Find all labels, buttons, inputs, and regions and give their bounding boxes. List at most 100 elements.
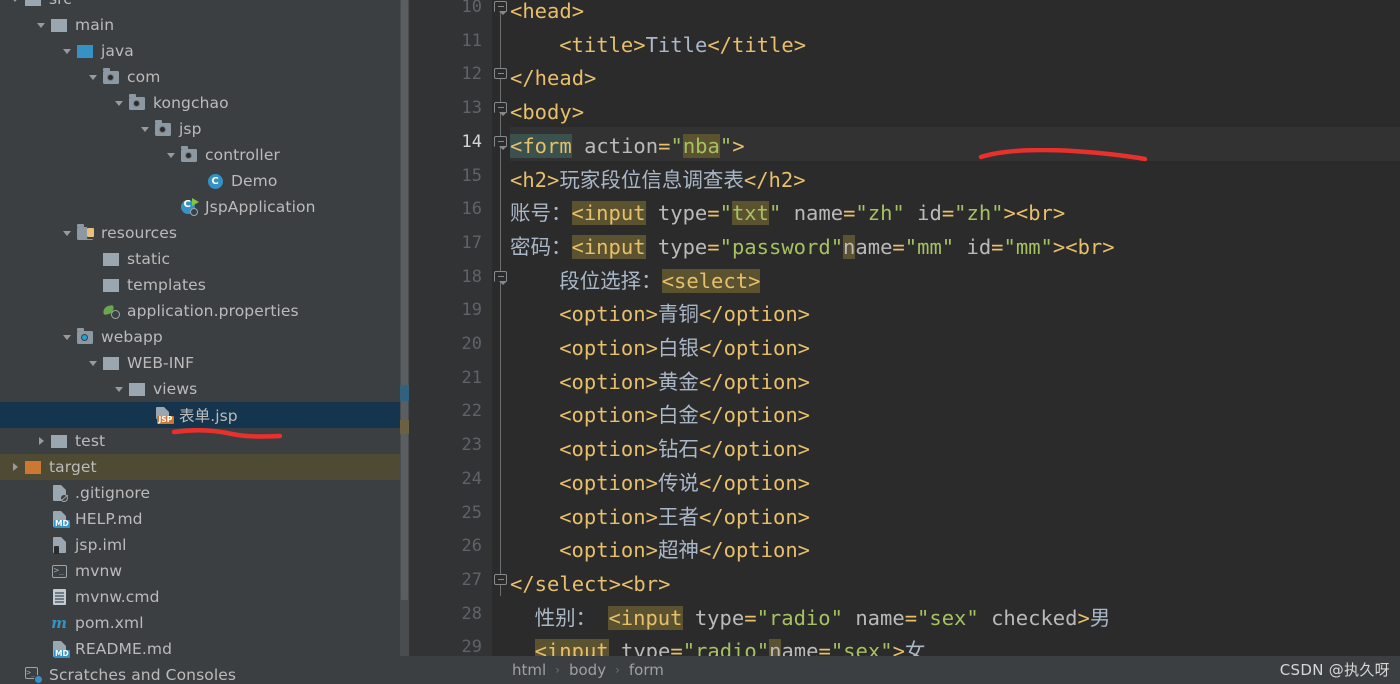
fold-expand-icon[interactable] bbox=[494, 270, 507, 285]
tree-item-label: HELP.md bbox=[75, 510, 143, 528]
code-folding-gutter[interactable] bbox=[492, 0, 510, 684]
code-line[interactable]: <h2>玩家段位信息调查表</h2> bbox=[510, 163, 806, 197]
fold-expand-icon[interactable] bbox=[494, 1, 507, 15]
breadcrumb-item-body[interactable]: body bbox=[567, 661, 608, 679]
breadcrumb-item-html[interactable]: html bbox=[510, 661, 548, 679]
chevron-down-icon[interactable] bbox=[138, 116, 152, 142]
code-line[interactable]: <form action="nba"> bbox=[510, 129, 745, 163]
tree-item-static[interactable]: static bbox=[0, 246, 400, 272]
tree-no-arrow bbox=[34, 610, 48, 636]
tree-item-resources[interactable]: resources bbox=[0, 220, 400, 246]
tree-item-label: webapp bbox=[101, 328, 163, 346]
code-token: </option> bbox=[698, 302, 811, 327]
chevron-down-icon[interactable] bbox=[86, 64, 100, 90]
chevron-down-icon[interactable] bbox=[60, 38, 74, 64]
chevron-down-icon[interactable] bbox=[34, 12, 48, 38]
code-line[interactable]: <head> bbox=[510, 0, 584, 28]
tree-item-scratches-and-consoles[interactable]: >_ Scratches and Consoles bbox=[0, 662, 400, 684]
tree-item-main[interactable]: main bbox=[0, 12, 400, 38]
code-token: ame bbox=[855, 234, 893, 259]
tree-item-target[interactable]: target bbox=[0, 454, 400, 480]
chevron-down-icon[interactable] bbox=[164, 142, 178, 168]
tree-item-label: JspApplication bbox=[205, 198, 316, 216]
scratches-icon: >_ bbox=[22, 662, 44, 684]
code-line[interactable]: <option>青铜</option> bbox=[510, 297, 810, 331]
code-line[interactable]: 密码：<input type="password"name="mm" id="m… bbox=[510, 230, 1115, 264]
tree-item-demo[interactable]: C Demo bbox=[0, 168, 400, 194]
tree-item-web-inf[interactable]: WEB-INF bbox=[0, 350, 400, 376]
tree-item-pom.xml[interactable]: m pom.xml bbox=[0, 610, 400, 636]
tree-item-test[interactable]: test bbox=[0, 428, 400, 454]
chevron-down-icon[interactable] bbox=[60, 220, 74, 246]
tree-item-src[interactable]: src bbox=[0, 0, 400, 12]
code-line[interactable]: </head> bbox=[510, 61, 596, 95]
project-tree-panel[interactable]: srcmain java com kongchao jspcontroller C Demo… bbox=[0, 0, 400, 684]
code-line[interactable]: <option>王者</option> bbox=[510, 500, 810, 534]
tree-item-templates[interactable]: templates bbox=[0, 272, 400, 298]
tree-item-readme.md[interactable]: MD README.md bbox=[0, 636, 400, 662]
tree-item-jspapplication[interactable]: JspApplication bbox=[0, 194, 400, 220]
code-token: = bbox=[744, 605, 757, 630]
code-line[interactable]: <option>超神</option> bbox=[510, 533, 810, 567]
chevron-right-icon[interactable] bbox=[34, 428, 48, 454]
tree-item-kongchao[interactable]: kongchao bbox=[0, 90, 400, 116]
code-line[interactable]: 性别： <input type="radio" name="sex" check… bbox=[510, 601, 1110, 635]
source-folder-icon bbox=[74, 38, 96, 64]
chevron-down-icon[interactable] bbox=[86, 350, 100, 376]
fold-expand-icon[interactable] bbox=[494, 102, 507, 117]
tree-item-jsp[interactable]: jsp bbox=[0, 116, 400, 142]
breadcrumb-item-form[interactable]: form bbox=[627, 661, 666, 679]
code-editor[interactable]: 10 11 12 13 14 15 16 17 18 19 20 21 22 23 24 25 26 27 28 29… bbox=[400, 0, 1400, 684]
tree-item-java[interactable]: java bbox=[0, 38, 400, 64]
tree-item-表单.jsp[interactable]: JSP 表单.jsp bbox=[0, 402, 400, 428]
code-token: "zh" bbox=[855, 201, 905, 226]
markdown-file-icon: MD bbox=[48, 636, 71, 662]
breadcrumb[interactable]: html › body › form bbox=[400, 656, 1400, 684]
tree-item-.gitignore[interactable]: .gitignore bbox=[0, 480, 400, 506]
tree-item-jsp.iml[interactable]: jsp.iml bbox=[0, 532, 400, 558]
scrollbar-thumb[interactable] bbox=[401, 0, 408, 600]
tree-item-label: application.properties bbox=[127, 302, 299, 320]
line-number-gutter[interactable]: 10 11 12 13 14 15 16 17 18 19 20 21 22 23 24 25 26 27 28 29 bbox=[409, 0, 492, 684]
chevron-down-icon[interactable] bbox=[112, 90, 126, 116]
editor-scrollbar[interactable] bbox=[400, 0, 409, 684]
tree-item-help.md[interactable]: MD HELP.md bbox=[0, 506, 400, 532]
code-line[interactable]: <body> bbox=[510, 95, 584, 129]
code-line[interactable]: </select><br> bbox=[510, 567, 670, 601]
tree-item-controller[interactable]: controller bbox=[0, 142, 400, 168]
tree-item-application.properties[interactable]: application.properties bbox=[0, 298, 400, 324]
code-token: <body> bbox=[510, 100, 585, 125]
fold-expand-icon[interactable] bbox=[494, 135, 507, 150]
fold-collapse-icon[interactable] bbox=[494, 68, 507, 81]
tree-item-com[interactable]: com bbox=[0, 64, 400, 90]
tree-item-webapp[interactable]: webapp bbox=[0, 324, 400, 350]
code-line[interactable]: 账号：<input type="txt" name="zh" id="zh"><… bbox=[510, 196, 1065, 230]
code-line[interactable]: <option>白银</option> bbox=[510, 331, 810, 365]
code-line[interactable]: <option>黄金</option> bbox=[510, 365, 810, 399]
code-line[interactable]: <option>钻石</option> bbox=[510, 432, 810, 466]
fold-collapse-icon[interactable] bbox=[494, 573, 507, 587]
chevron-right-icon[interactable] bbox=[8, 454, 22, 480]
folder-icon bbox=[100, 272, 122, 298]
tree-item-views[interactable]: views bbox=[0, 376, 400, 402]
chevron-down-icon[interactable] bbox=[60, 324, 74, 350]
code-token: "mm" bbox=[1003, 234, 1053, 259]
chevron-down-icon[interactable] bbox=[8, 0, 22, 12]
tree-item-mvnw.cmd[interactable]: mvnw.cmd bbox=[0, 584, 400, 610]
code-token: <h2> bbox=[510, 167, 560, 192]
tree-item-mvnw[interactable]: >_ mvnw bbox=[0, 558, 400, 584]
code-line[interactable]: 段位选择：<select> bbox=[510, 264, 761, 298]
code-line[interactable]: <title>Title</title> bbox=[510, 28, 806, 62]
code-text-area[interactable]: <head> <title>Title</title> </head> <body> <… bbox=[510, 0, 1400, 684]
code-line[interactable]: <option>白金</option> bbox=[510, 398, 810, 432]
tree-item-label: views bbox=[153, 380, 198, 398]
code-line[interactable]: <option>传说</option> bbox=[510, 466, 810, 500]
code-token: type bbox=[694, 605, 745, 630]
chevron-down-icon[interactable] bbox=[112, 376, 126, 402]
